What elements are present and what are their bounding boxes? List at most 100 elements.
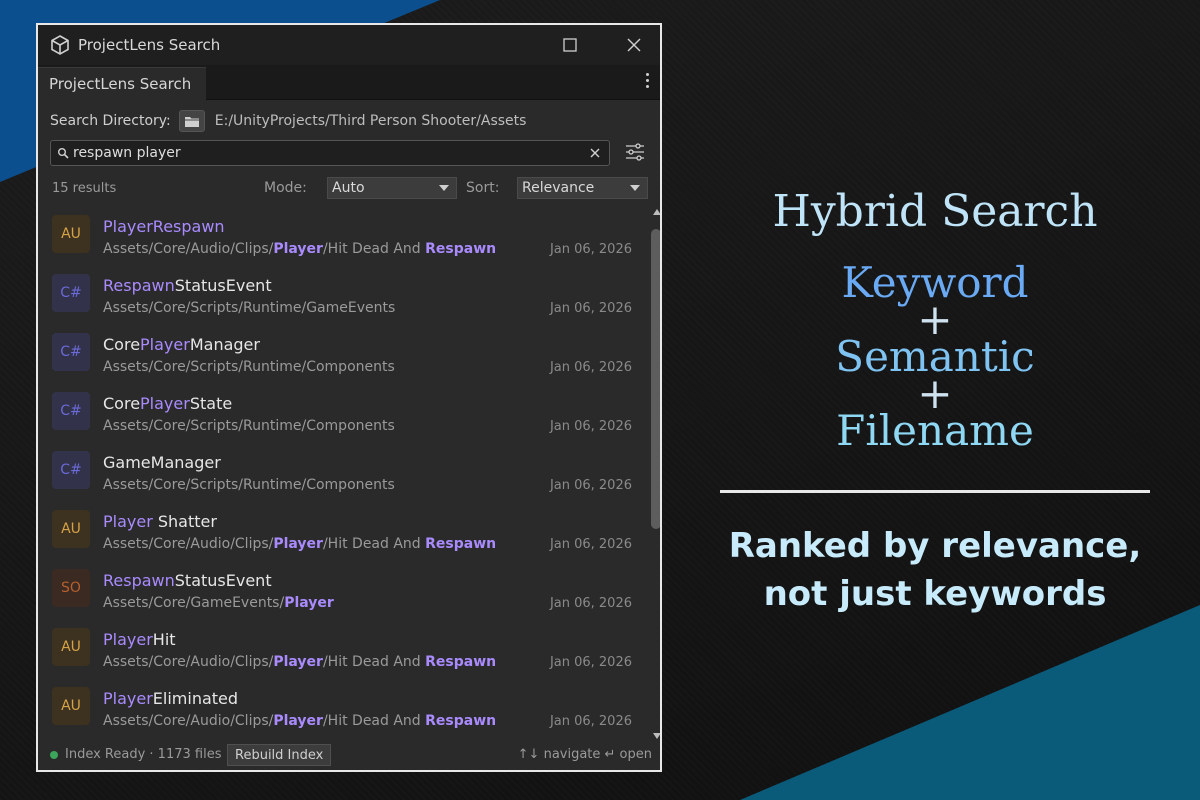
folder-icon — [184, 116, 199, 127]
asset-type-badge: AU — [52, 687, 90, 725]
result-date: Jan 06, 2026 — [549, 360, 632, 375]
promo-tagline: Ranked by relevance, not just keywords — [700, 522, 1170, 618]
kebab-menu-icon[interactable] — [644, 73, 650, 91]
promo-filename: Filename — [836, 406, 1034, 455]
result-row[interactable]: C# CorePlayerManager Assets/Core/Scripts/R… — [38, 325, 648, 384]
result-name: PlayerHit — [103, 630, 176, 649]
result-name: CorePlayerManager — [103, 335, 260, 354]
result-path-highlight: Respawn — [425, 654, 497, 670]
result-row[interactable]: SO RespawnStatusEvent Assets/Core/GameEven… — [38, 561, 648, 620]
result-name: GameManager — [103, 453, 221, 472]
result-row[interactable]: C# GameManager Assets/Core/Scripts/Runtime… — [38, 443, 648, 502]
result-name-highlight: Player — [103, 630, 153, 649]
chevron-down-icon — [439, 185, 449, 191]
result-name-segment: State — [189, 394, 233, 413]
status-bar: Index Ready · 1173 files Rebuild Index ↑… — [38, 740, 660, 770]
results-toolbar: 15 results Mode: Auto Sort: Relevance — [38, 175, 660, 201]
result-name-segment: Hit — [152, 630, 176, 649]
result-name-highlight: Player — [140, 335, 190, 354]
index-status: Index Ready · 1173 files — [65, 747, 222, 762]
result-path-segment: Assets/Core/Audio/Clips/ — [103, 713, 274, 729]
close-icon[interactable] — [624, 35, 644, 55]
result-path-highlight: Player — [273, 241, 323, 257]
result-row[interactable]: C# CorePlayerState Assets/Core/Scripts/Run… — [38, 384, 648, 443]
result-path: Assets/Core/Audio/Clips/Player/Hit Dead … — [103, 654, 496, 670]
result-name-segment: Core — [103, 335, 141, 354]
result-date: Jan 06, 2026 — [549, 714, 632, 729]
asset-type-badge: C# — [52, 451, 90, 489]
result-row[interactable]: AU Player Shatter Assets/Core/Audio/Clips/… — [38, 502, 648, 561]
sort-dropdown[interactable]: Relevance — [517, 177, 648, 199]
scroll-thumb[interactable] — [651, 229, 660, 529]
result-row[interactable]: AU PlayerHit Assets/Core/Audio/Clips/Playe… — [38, 620, 648, 679]
result-date: Jan 06, 2026 — [549, 655, 632, 670]
keyboard-hint: ↑↓ navigate ↵ open — [517, 747, 652, 762]
result-path-segment: /Hit Dead And — [322, 713, 426, 729]
result-path: Assets/Core/Scripts/Runtime/Components — [103, 359, 395, 375]
result-path-segment: /Hit Dead And — [322, 654, 426, 670]
result-name: RespawnStatusEvent — [103, 571, 272, 590]
promo-tagline-line1: Ranked by relevance, — [728, 526, 1142, 566]
results-scrollbar[interactable] — [650, 209, 660, 739]
result-path-highlight: Player — [273, 654, 323, 670]
tab-bar: ProjectLens Search — [38, 65, 660, 100]
mode-label: Mode: — [264, 180, 307, 196]
tab-projectlens-search[interactable]: ProjectLens Search — [38, 67, 206, 100]
asset-type-badge: AU — [52, 215, 90, 253]
result-path-segment: Assets/Core/Audio/Clips/ — [103, 241, 274, 257]
window-title: ProjectLens Search — [78, 36, 221, 54]
result-name-segment: Shatter — [152, 512, 217, 531]
result-path-highlight: Respawn — [425, 241, 497, 257]
result-name-highlight: Respawn — [103, 276, 175, 295]
clear-icon[interactable] — [589, 147, 601, 159]
mode-value: Auto — [332, 180, 365, 196]
maximize-icon[interactable] — [560, 35, 580, 55]
result-path: Assets/Core/Audio/Clips/Player/Hit Dead … — [103, 241, 496, 257]
result-name-segment: GameManager — [103, 453, 221, 472]
result-path-segment: Assets/Core/Scripts/Runtime/Components — [103, 359, 395, 375]
result-name-segment: Manager — [189, 335, 260, 354]
result-name-highlight: Respawn — [103, 571, 175, 590]
scroll-down-arrow-icon[interactable] — [653, 733, 660, 739]
result-name: CorePlayerState — [103, 394, 232, 413]
result-path-segment: Assets/Core/Audio/Clips/ — [103, 654, 274, 670]
status-indicator-dot — [50, 751, 58, 759]
title-bar: ProjectLens Search — [38, 25, 660, 65]
result-path: Assets/Core/Scripts/Runtime/GameEvents — [103, 300, 395, 316]
browse-folder-button[interactable] — [178, 110, 205, 132]
search-directory-label: Search Directory: — [50, 113, 171, 129]
result-path-highlight: Respawn — [425, 713, 497, 729]
result-name-segment: Core — [103, 394, 141, 413]
promo-feature-stack: Keyword + Semantic + Filename — [700, 262, 1170, 455]
promo-title: Hybrid Search — [772, 186, 1098, 237]
asset-type-badge: C# — [52, 392, 90, 430]
mode-dropdown[interactable]: Auto — [327, 177, 457, 199]
scroll-up-arrow-icon[interactable] — [653, 209, 660, 215]
sort-value: Relevance — [522, 180, 595, 196]
rebuild-index-button[interactable]: Rebuild Index — [227, 744, 332, 766]
result-date: Jan 06, 2026 — [549, 596, 632, 611]
projectlens-window: ProjectLens Search ProjectLens Search Se… — [36, 23, 662, 772]
result-path-highlight: Player — [273, 536, 323, 552]
result-path-highlight: Player — [273, 713, 323, 729]
result-name-highlight: Player — [103, 689, 153, 708]
sliders-icon[interactable] — [624, 141, 646, 163]
chevron-down-icon — [630, 185, 640, 191]
search-box — [50, 140, 610, 166]
result-row[interactable]: AU PlayerRespawn Assets/Core/Audio/Clips/P… — [38, 207, 648, 266]
result-path: Assets/Core/GameEvents/Player — [103, 595, 334, 611]
search-input[interactable] — [73, 145, 589, 161]
asset-type-badge: AU — [52, 510, 90, 548]
result-path-highlight: Player — [284, 595, 334, 611]
result-path-segment: Assets/Core/GameEvents/ — [103, 595, 285, 611]
sort-label: Sort: — [466, 180, 500, 196]
result-name-highlight: Player — [140, 394, 190, 413]
result-row[interactable]: AU PlayerEliminated Assets/Core/Audio/Clip… — [38, 679, 648, 737]
result-path: Assets/Core/Audio/Clips/Player/Hit Dead … — [103, 713, 496, 729]
results-list: AU PlayerRespawn Assets/Core/Audio/Clips/P… — [38, 207, 648, 737]
result-row[interactable]: C# RespawnStatusEvent Assets/Core/Scripts/… — [38, 266, 648, 325]
results-count: 15 results — [52, 180, 117, 196]
result-name-segment: Eliminated — [152, 689, 239, 708]
result-path-segment: Assets/Core/Scripts/Runtime/GameEvents — [103, 300, 396, 316]
result-name-highlight: PlayerRespawn — [103, 217, 225, 236]
